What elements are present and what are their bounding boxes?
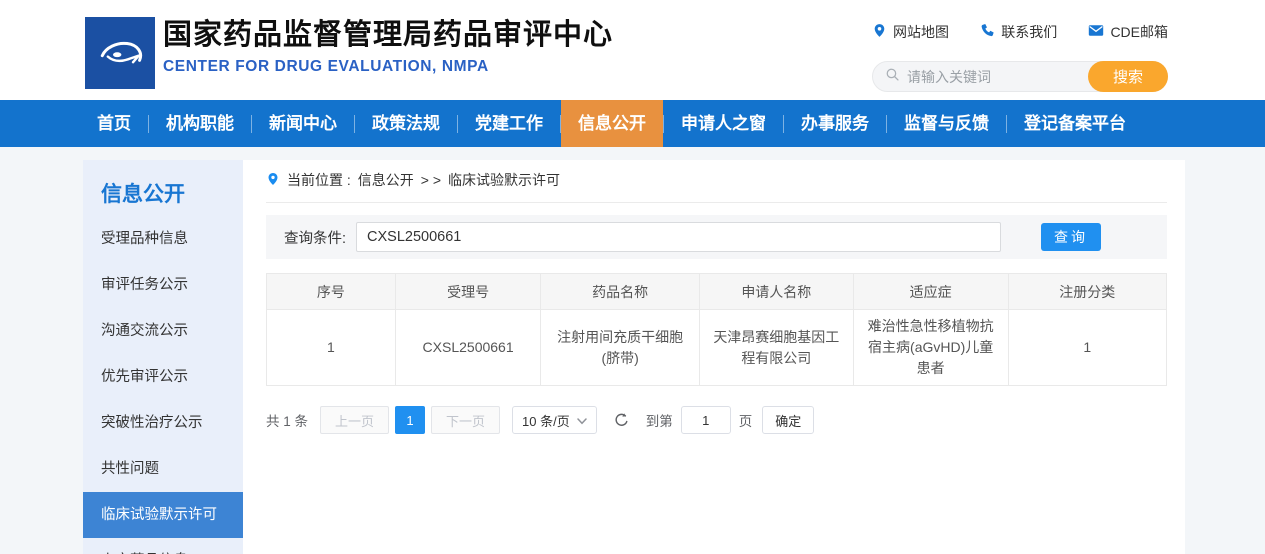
main-nav-inner: 首页 机构职能 新闻中心 政策法规 党建工作 信息公开 申请人之窗 办事服务 监… (80, 100, 1185, 147)
refresh-icon[interactable] (613, 412, 630, 429)
col-header-registration-category: 注册分类 (1008, 274, 1166, 310)
query-label: 查询条件: (284, 227, 346, 248)
nav-item-info-disclosure[interactable]: 信息公开 (561, 100, 663, 147)
site-logo[interactable] (85, 17, 155, 89)
cell-indication: 难治性急性移植物抗宿主病(aGvHD)儿童患者 (853, 310, 1008, 386)
main-wrapper: 信息公开 受理品种信息 审评任务公示 沟通交流公示 优先审评公示 突破性治疗公示… (83, 160, 1185, 554)
sidebar-item-priority-review[interactable]: 优先审评公示 (83, 354, 243, 400)
query-bar: 查询条件: 查询 (266, 215, 1167, 259)
mailbox-label: CDE邮箱 (1110, 22, 1168, 42)
table-header-row: 序号 受理号 药品名称 申请人名称 适应症 注册分类 (267, 274, 1167, 310)
search-button[interactable]: 搜索 (1088, 61, 1168, 92)
cell-drug-name: 注射用间充质干细胞(脐带) (541, 310, 699, 386)
cell-registration-category: 1 (1008, 310, 1166, 386)
table-row: 1 CXSL2500661 注射用间充质干细胞(脐带) 天津昂赛细胞基因工程有限… (267, 310, 1167, 386)
nav-item-policies[interactable]: 政策法规 (355, 100, 457, 147)
query-button[interactable]: 查询 (1041, 223, 1101, 251)
search-icon (885, 67, 900, 87)
goto-page-input[interactable] (681, 406, 731, 434)
prev-page-button[interactable]: 上一页 (320, 406, 389, 434)
confirm-button[interactable]: 确定 (762, 406, 814, 434)
col-header-applicant-name: 申请人名称 (699, 274, 853, 310)
cde-logo-icon (92, 23, 148, 84)
goto-page-unit: 页 (739, 410, 753, 430)
brand-block: 国家药品监督管理局药品审评中心 CENTER FOR DRUG EVALUATI… (163, 17, 613, 76)
sidebar-item-clinical-trial-implied-license[interactable]: 临床试验默示许可 (83, 492, 243, 538)
breadcrumb-prefix: 当前位置 : (287, 170, 351, 190)
goto-page-label: 到第 (646, 410, 673, 430)
query-input[interactable] (356, 222, 1001, 252)
breadcrumb: 当前位置 : 信息公开 > > 临床试验默示许可 (266, 170, 1167, 203)
page-body: 信息公开 受理品种信息 审评任务公示 沟通交流公示 优先审评公示 突破性治疗公示… (0, 147, 1265, 554)
main-nav: 首页 机构职能 新闻中心 政策法规 党建工作 信息公开 申请人之窗 办事服务 监… (0, 100, 1265, 147)
nav-item-news[interactable]: 新闻中心 (252, 100, 354, 147)
header-quick-links: 网站地图 联系我们 CDE邮箱 (872, 22, 1168, 42)
results-table: 序号 受理号 药品名称 申请人名称 适应症 注册分类 1 CXSL2500661… (266, 273, 1167, 386)
sidebar-item-common-issues[interactable]: 共性问题 (83, 446, 243, 492)
nav-item-party-building[interactable]: 党建工作 (458, 100, 560, 147)
page-size-select[interactable]: 10 条/页 (512, 406, 597, 434)
nav-item-supervision-feedback[interactable]: 监督与反馈 (887, 100, 1006, 147)
phone-icon (980, 23, 995, 41)
contact-link[interactable]: 联系我们 (980, 22, 1057, 42)
content-area: 当前位置 : 信息公开 > > 临床试验默示许可 查询条件: 查询 序号 (243, 160, 1185, 554)
sidebar-item-communication[interactable]: 沟通交流公示 (83, 308, 243, 354)
sitemap-label: 网站地图 (893, 22, 949, 42)
mailbox-link[interactable]: CDE邮箱 (1088, 22, 1168, 42)
breadcrumb-pin-icon (266, 171, 280, 190)
chevron-down-icon (577, 413, 587, 428)
site-search: 搜索 (872, 61, 1168, 92)
sidebar-item-accepted-varieties[interactable]: 受理品种信息 (83, 216, 243, 262)
breadcrumb-separator: > > (421, 172, 441, 188)
cell-applicant-name: 天津昂赛细胞基因工程有限公司 (699, 310, 853, 386)
location-pin-icon (872, 23, 887, 41)
cell-acceptance-number: CXSL2500661 (395, 310, 541, 386)
page-1-button[interactable]: 1 (395, 406, 425, 434)
col-header-index: 序号 (267, 274, 396, 310)
site-header: 国家药品监督管理局药品审评中心 CENTER FOR DRUG EVALUATI… (0, 0, 1265, 100)
cell-index: 1 (267, 310, 396, 386)
contact-label: 联系我们 (1001, 22, 1057, 42)
nav-item-registration-platform[interactable]: 登记备案平台 (1007, 100, 1143, 147)
mail-icon (1088, 24, 1104, 40)
pagination: 共 1 条 上一页 1 下一页 10 条/页 到第 (266, 406, 1167, 434)
pagination-total: 共 1 条 (266, 410, 308, 430)
site-title: 国家药品监督管理局药品审评中心 (163, 17, 613, 53)
sidebar-item-breakthrough-therapy[interactable]: 突破性治疗公示 (83, 400, 243, 446)
page-size-value: 10 条/页 (522, 411, 570, 430)
sidebar-title: 信息公开 (83, 174, 243, 216)
sidebar-item-marketed-drugs[interactable]: 上市药品信息 (83, 538, 243, 554)
breadcrumb-section[interactable]: 信息公开 (358, 170, 414, 190)
sidebar: 信息公开 受理品种信息 审评任务公示 沟通交流公示 优先审评公示 突破性治疗公示… (83, 160, 243, 554)
site-subtitle: CENTER FOR DRUG EVALUATION, NMPA (163, 58, 613, 76)
nav-item-home[interactable]: 首页 (80, 100, 148, 147)
col-header-acceptance-number: 受理号 (395, 274, 541, 310)
nav-item-functions[interactable]: 机构职能 (149, 100, 251, 147)
nav-item-services[interactable]: 办事服务 (784, 100, 886, 147)
next-page-button[interactable]: 下一页 (431, 406, 500, 434)
sitemap-link[interactable]: 网站地图 (872, 22, 949, 42)
sidebar-item-review-tasks[interactable]: 审评任务公示 (83, 262, 243, 308)
nav-item-applicant-window[interactable]: 申请人之窗 (664, 100, 783, 147)
breadcrumb-current: 临床试验默示许可 (448, 170, 560, 190)
col-header-indication: 适应症 (853, 274, 1008, 310)
col-header-drug-name: 药品名称 (541, 274, 699, 310)
